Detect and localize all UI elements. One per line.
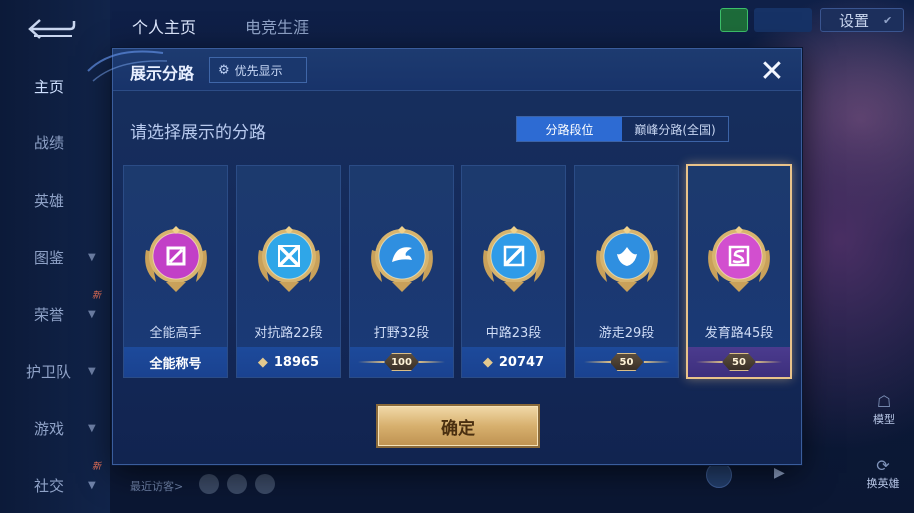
- chevron-down-icon: ▼: [88, 251, 96, 263]
- rank-wing: [358, 361, 385, 363]
- lane-display-dialog: 展示分路 ⚙ 优先显示 ✕ 请选择展示的分路 分路段位 巅峰分路(全国) 全能高…: [87, 48, 802, 465]
- sidebar-item[interactable]: 护卫队 ▼: [0, 351, 110, 391]
- sidebar-item-label: 战绩: [34, 133, 65, 152]
- lane-footer: 50: [575, 347, 678, 377]
- sidebar-item-label: 游戏: [34, 419, 65, 438]
- tab-profile[interactable]: 个人主页: [132, 14, 196, 38]
- new-badge: 新: [92, 291, 102, 301]
- lane-name: 中路23段: [485, 326, 542, 341]
- farm-lane-emblem-icon: [703, 220, 775, 298]
- dialog-header: 展示分路 ⚙ 优先显示 ✕: [113, 49, 801, 91]
- chevron-down-icon: ▼: [88, 365, 96, 377]
- dialog-title: 展示分路: [130, 64, 195, 83]
- visitor-avatar[interactable]: [255, 474, 275, 494]
- lane-footer: ◆ 18965: [237, 347, 340, 377]
- power-score-icon: ◆: [257, 354, 268, 370]
- chevron-down-icon: ▼: [88, 308, 96, 320]
- tab-lane-rank[interactable]: 分路段位: [517, 117, 622, 141]
- rank-badge-wrap: 50: [583, 353, 670, 371]
- mid-lane-emblem-icon: [478, 220, 550, 298]
- rank-badge: 50: [722, 353, 756, 371]
- close-icon: ✕: [759, 54, 785, 89]
- sidebar-item[interactable]: 社交 ▼ 新: [0, 462, 110, 505]
- swap-hero-label: 换英雄: [866, 477, 900, 490]
- sidebar-item[interactable]: 游戏 ▼: [0, 408, 110, 448]
- swap-hero-button[interactable]: ⟳ 换英雄: [858, 456, 908, 491]
- lane-mode-toggle: 分路段位 巅峰分路(全国): [516, 116, 729, 142]
- close-button[interactable]: ✕: [755, 55, 789, 89]
- lane-footer: ◆ 20747: [462, 347, 565, 377]
- lane-name: 游走29段: [598, 326, 655, 341]
- recent-visitors-link[interactable]: 最近访客>: [130, 478, 183, 494]
- status-banner: [754, 8, 812, 32]
- rank-wing: [583, 361, 610, 363]
- record-button[interactable]: [706, 462, 732, 488]
- gear-icon: ⚙: [218, 62, 230, 78]
- power-score-value: 18965: [273, 354, 320, 370]
- rank-badge: 100: [384, 353, 419, 371]
- tab-esports-career[interactable]: 电竞生涯: [245, 14, 309, 38]
- sidebar-item[interactable]: 英雄: [0, 180, 110, 220]
- confirm-button[interactable]: 确定: [378, 406, 538, 446]
- settings-label: 设置: [839, 11, 870, 30]
- swap-hero-icon: ⟳: [876, 456, 890, 475]
- sidebar-item-label: 主页: [34, 77, 65, 96]
- rank-badge: 50: [610, 353, 644, 371]
- jungle-emblem-icon: [366, 220, 438, 298]
- clash-lane-emblem-icon: [253, 220, 325, 298]
- priority-display-button[interactable]: ⚙ 优先显示: [209, 57, 307, 83]
- rank-badge-wrap: 50: [696, 353, 782, 371]
- lane-name: 打野32段: [373, 326, 430, 341]
- lane-card[interactable]: 发育路45段 50: [686, 164, 792, 379]
- chevron-down-icon: ▼: [88, 422, 96, 434]
- sidebar-item-label: 荣誉: [34, 305, 65, 324]
- back-icon[interactable]: [26, 14, 78, 44]
- lane-footer: 100: [350, 347, 453, 377]
- dialog-subtitle: 请选择展示的分路: [130, 123, 266, 143]
- lane-name: 对抗路22段: [254, 326, 323, 341]
- visitor-avatar[interactable]: [199, 474, 219, 494]
- priority-display-label: 优先显示: [234, 63, 283, 78]
- play-icon[interactable]: ▶: [774, 465, 785, 481]
- model-label: 模型: [873, 413, 895, 426]
- lane-card[interactable]: 打野32段 100: [349, 165, 454, 378]
- roam-emblem-icon: [591, 220, 663, 298]
- model-button[interactable]: ☖ 模型: [862, 392, 906, 427]
- power-score-icon: ◆: [482, 354, 493, 370]
- rank-wing: [696, 361, 722, 363]
- sidebar-item-label: 护卫队: [26, 362, 72, 381]
- tab-peak-lane[interactable]: 巅峰分路(全国): [622, 117, 728, 141]
- lane-footer: 50: [688, 347, 790, 377]
- lane-footer: 全能称号: [124, 347, 227, 377]
- sidebar-item[interactable]: 图鉴 ▼: [0, 237, 110, 277]
- check-icon: ✔: [883, 13, 893, 27]
- sidebar-item-label: 社交: [34, 476, 65, 495]
- wifi-status-icon: [720, 8, 748, 32]
- rank-wing: [756, 361, 782, 363]
- sidebar-item-label: 英雄: [34, 191, 65, 210]
- lane-card[interactable]: 对抗路22段 ◆ 18965: [236, 165, 341, 378]
- settings-button[interactable]: 设置 ✔: [820, 8, 904, 32]
- model-icon: ☖: [876, 392, 892, 411]
- visitor-avatar[interactable]: [227, 474, 247, 494]
- sidebar-item-label: 图鉴: [34, 248, 65, 267]
- lane-name: 全能高手: [149, 326, 202, 341]
- rank-wing: [418, 361, 445, 363]
- lane-card[interactable]: 全能高手 全能称号: [123, 165, 228, 378]
- title-label: 全能称号: [149, 356, 202, 372]
- lane-card[interactable]: 中路23段 ◆ 20747: [461, 165, 566, 378]
- lane-name: 发育路45段: [704, 326, 774, 341]
- sidebar-item[interactable]: 荣誉 ▼ 新: [0, 291, 110, 334]
- sidebar-item[interactable]: 战绩: [0, 122, 110, 162]
- allround-emblem-icon: [140, 220, 212, 298]
- chevron-down-icon: ▼: [88, 479, 96, 491]
- rank-wing: [643, 361, 670, 363]
- power-score-value: 20747: [498, 354, 545, 370]
- new-badge: 新: [92, 462, 102, 472]
- rank-badge-wrap: 100: [358, 353, 445, 371]
- sidebar-item[interactable]: 主页: [0, 66, 110, 106]
- lane-card[interactable]: 游走29段 50: [574, 165, 679, 378]
